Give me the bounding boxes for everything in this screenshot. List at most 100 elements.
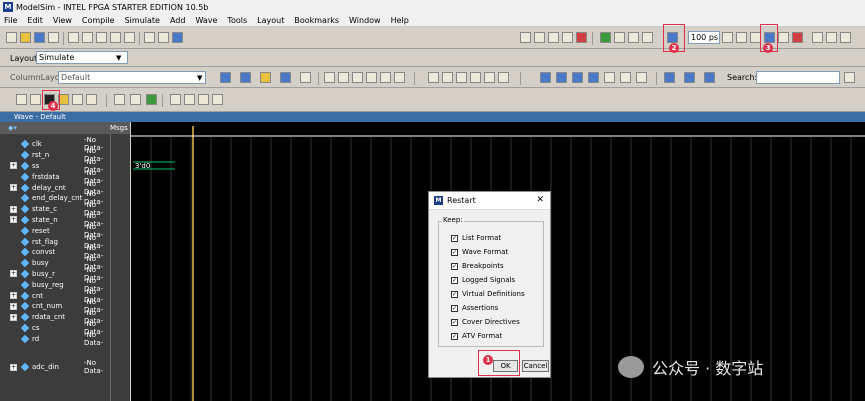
expand-icon[interactable] [664, 72, 675, 83]
wave-edit-1-icon[interactable] [170, 94, 181, 105]
checkbox[interactable]: ✓ [451, 262, 458, 270]
left-arrow-icon[interactable] [628, 32, 639, 43]
cursor-add-icon[interactable] [456, 72, 467, 83]
zoom-in-icon[interactable] [826, 32, 837, 43]
wave-edit-3-icon[interactable] [198, 94, 209, 105]
keep-option[interactable]: ✓ Cover Directives [451, 318, 520, 326]
expand-icon[interactable]: + [10, 216, 17, 224]
expand-all-icon[interactable] [704, 72, 715, 83]
cursor-delete-icon[interactable] [470, 72, 481, 83]
simulate-icon[interactable] [548, 32, 559, 43]
zoom-full-icon[interactable] [812, 32, 823, 43]
copy-icon[interactable] [82, 32, 93, 43]
menu-add[interactable]: Add [170, 16, 186, 25]
checkbox[interactable]: ✓ [451, 234, 458, 242]
run-length-input[interactable]: 100 ps [688, 31, 720, 44]
menu-wave[interactable]: Wave [195, 16, 217, 25]
redo-icon[interactable] [124, 32, 135, 43]
wave-edit-2-icon[interactable] [184, 94, 195, 105]
time-icon[interactable] [352, 72, 363, 83]
zoom-mode-icon[interactable] [442, 72, 453, 83]
format-icon[interactable] [366, 72, 377, 83]
menu-window[interactable]: Window [349, 16, 381, 25]
checkbox[interactable]: ✓ [451, 332, 458, 340]
zoom-out-icon[interactable] [30, 94, 41, 105]
combine-icon[interactable] [300, 72, 311, 83]
checkbox[interactable]: ✓ [451, 248, 458, 256]
menu-help[interactable]: Help [391, 16, 409, 25]
undo-icon[interactable] [110, 32, 121, 43]
edge-prev-icon[interactable] [540, 72, 551, 83]
checkbox[interactable]: ✓ [451, 318, 458, 326]
layout-select[interactable]: Simulate [36, 51, 128, 64]
stop-sim-icon[interactable] [778, 32, 789, 43]
menu-simulate[interactable]: Simulate [125, 16, 160, 25]
wave-style-1-icon[interactable] [114, 94, 125, 105]
checkbox[interactable]: ✓ [451, 276, 458, 284]
print-icon[interactable] [48, 32, 59, 43]
menu-layout[interactable]: Layout [257, 16, 284, 25]
expand-icon[interactable]: + [10, 270, 17, 278]
right-arrow-icon[interactable] [642, 32, 653, 43]
cut-icon[interactable] [68, 32, 79, 43]
edge-next-icon[interactable] [556, 72, 567, 83]
checkbox[interactable]: ✓ [451, 304, 458, 312]
save-icon[interactable] [34, 32, 45, 43]
zoom-out-icon[interactable] [840, 32, 851, 43]
cancel-button[interactable]: Cancel [522, 360, 549, 372]
break-icon[interactable] [562, 32, 573, 43]
group-icon[interactable] [260, 72, 271, 83]
ungroup-icon[interactable] [280, 72, 291, 83]
keep-option[interactable]: ✓ Virtual Definitions [451, 290, 525, 298]
checkbox[interactable]: ✓ [451, 290, 458, 298]
menu-compile[interactable]: Compile [82, 16, 115, 25]
select-pointer-icon[interactable] [428, 72, 439, 83]
new-icon[interactable] [6, 32, 17, 43]
edge-icon[interactable] [338, 72, 349, 83]
menu-bookmarks[interactable]: Bookmarks [294, 16, 339, 25]
keep-option[interactable]: ✓ List Format [451, 234, 501, 242]
signal-header-icon[interactable]: ◆▾ [8, 124, 17, 132]
add-wave-icon[interactable] [220, 72, 231, 83]
expand-icon[interactable]: + [10, 184, 17, 192]
cursor-next-icon[interactable] [498, 72, 509, 83]
chevron-down-icon[interactable]: ▼ [197, 74, 202, 82]
expand-icon[interactable]: + [10, 313, 17, 321]
radix-icon[interactable] [380, 72, 391, 83]
find-icon[interactable] [144, 32, 155, 43]
step-icon[interactable] [600, 32, 611, 43]
stop-icon[interactable] [576, 32, 587, 43]
up-arrow-icon[interactable] [614, 32, 625, 43]
collapse-icon[interactable] [684, 72, 695, 83]
wave-style-2-icon[interactable] [130, 94, 141, 105]
wave-edit-4-icon[interactable] [212, 94, 223, 105]
find-transition-icon[interactable] [636, 72, 647, 83]
falling-edge-icon[interactable] [572, 72, 583, 83]
menu-edit[interactable]: Edit [27, 16, 43, 25]
end-sim-icon[interactable] [792, 32, 803, 43]
open-icon[interactable] [20, 32, 31, 43]
zoom-range-icon[interactable] [86, 94, 97, 105]
zoom-in-icon[interactable] [16, 94, 27, 105]
wave-style-3-icon[interactable] [146, 94, 157, 105]
paste-icon[interactable] [96, 32, 107, 43]
run-icon[interactable] [722, 32, 733, 43]
expand-icon[interactable]: + [10, 205, 17, 213]
add-divider-icon[interactable] [240, 72, 251, 83]
modelsim-icon[interactable] [172, 32, 183, 43]
chevron-down-icon[interactable]: ▼ [116, 54, 121, 62]
keep-option[interactable]: ✓ ATV Format [451, 332, 502, 340]
signal-row[interactable]: rd -No Data- [0, 331, 110, 347]
continue-icon[interactable] [736, 32, 747, 43]
menu-view[interactable]: View [53, 16, 72, 25]
expand-icon[interactable]: + [10, 363, 17, 371]
expand-icon[interactable]: + [10, 162, 17, 170]
keep-option[interactable]: ✓ Assertions [451, 304, 498, 312]
find-edge-icon[interactable] [604, 72, 615, 83]
menu-tools[interactable]: Tools [227, 16, 247, 25]
keep-option[interactable]: ✓ Logged Signals [451, 276, 515, 284]
cursor-icon[interactable] [324, 72, 335, 83]
keep-option[interactable]: ✓ Wave Format [451, 248, 508, 256]
cursor-lock-icon[interactable] [484, 72, 495, 83]
binoculars-icon[interactable] [158, 32, 169, 43]
